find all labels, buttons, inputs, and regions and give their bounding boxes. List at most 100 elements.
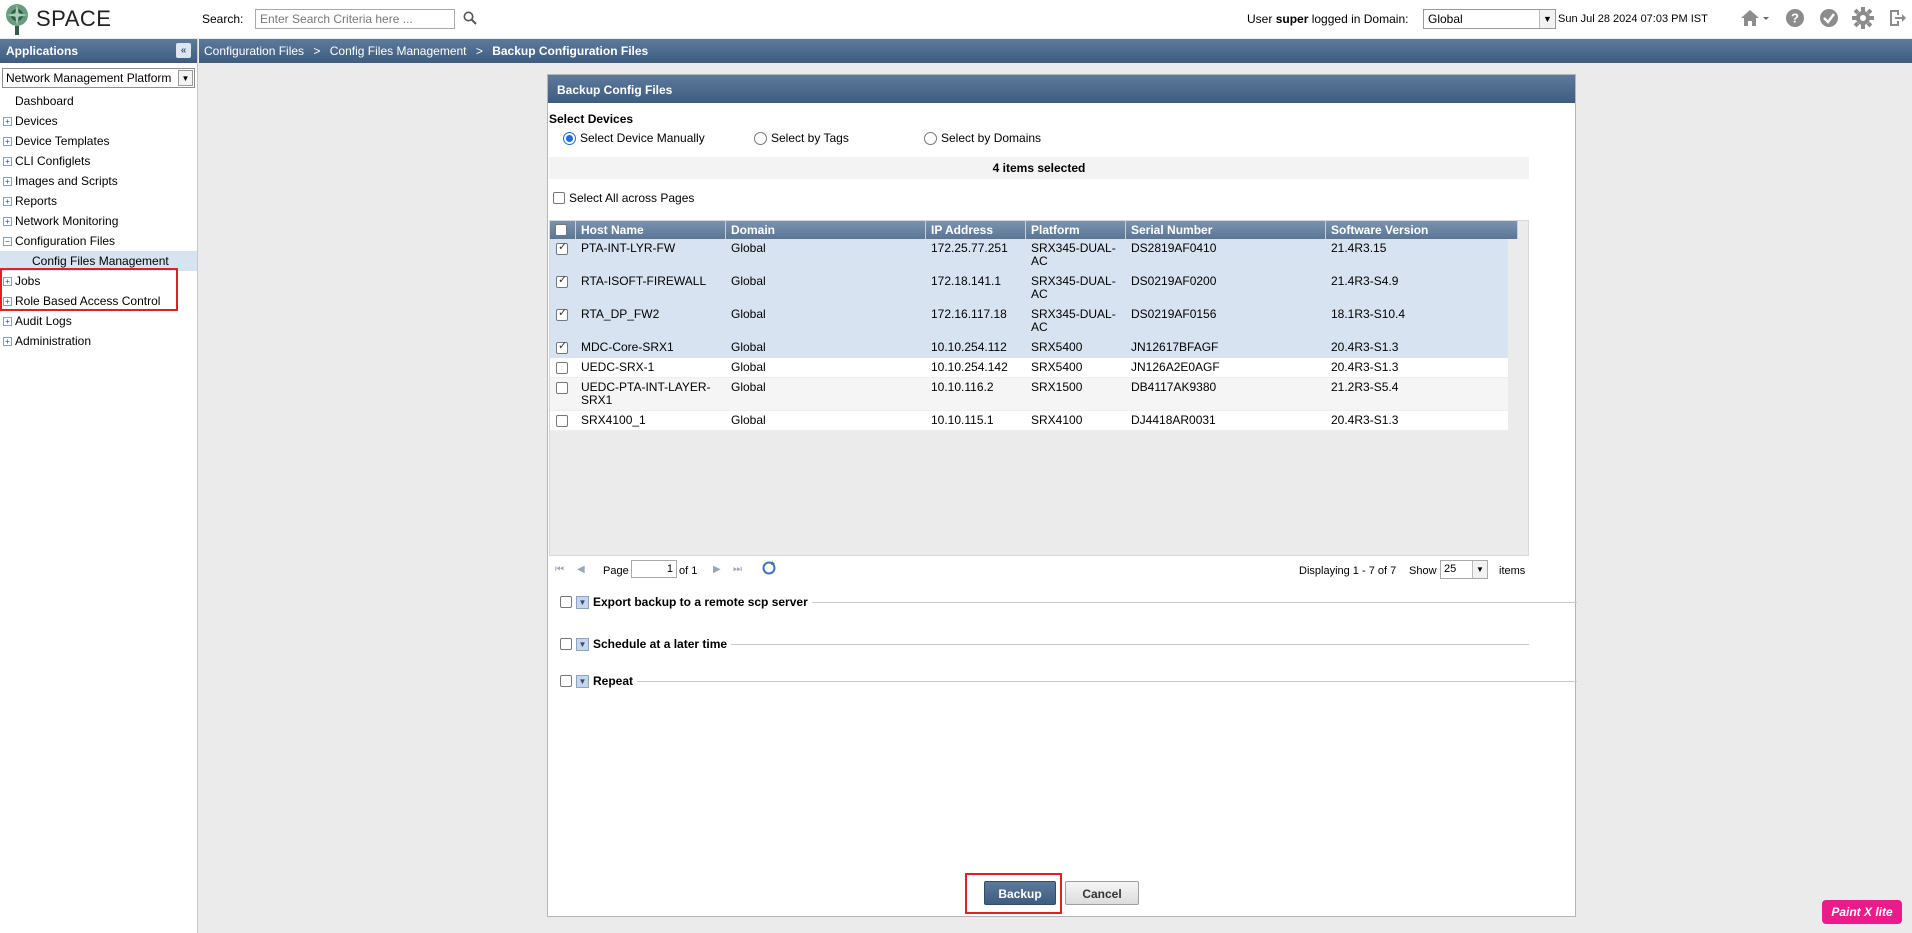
space-logo-icon [6, 4, 28, 35]
collapse-icon[interactable]: − [3, 237, 12, 246]
cell-platform: SRX5400 [1031, 360, 1083, 374]
expand-icon[interactable]: + [3, 177, 12, 186]
nav-item-dashboard[interactable]: Dashboard [0, 91, 197, 111]
expand-icon[interactable]: + [3, 337, 12, 346]
chevron-down-icon[interactable]: ▼ [178, 70, 193, 86]
column-header-ip-address[interactable]: IP Address [926, 221, 1026, 239]
cell-ip-address: 10.10.116.2 [931, 380, 994, 394]
header-checkbox-cell[interactable] [550, 221, 576, 239]
search-icon[interactable] [463, 11, 477, 28]
expand-section-icon[interactable]: ▼ [576, 674, 589, 688]
header-select-checkbox[interactable] [555, 224, 567, 236]
cell-platform: SRX345-DUAL-AC [1031, 241, 1116, 268]
chevron-down-icon[interactable]: ▼ [1472, 561, 1487, 578]
row-checkbox[interactable] [556, 241, 568, 255]
gear-icon[interactable] [1852, 7, 1874, 29]
expand-icon[interactable]: + [3, 217, 12, 226]
section-schedule-later[interactable]: ▼ Schedule at a later time [552, 637, 732, 651]
row-checkbox[interactable] [556, 382, 568, 394]
expand-icon[interactable]: + [3, 317, 12, 326]
section-title: Schedule at a later time [593, 637, 728, 651]
radio-select-by-tags[interactable]: Select by Tags [754, 131, 849, 145]
tasks-check-icon[interactable] [1818, 7, 1840, 29]
refresh-icon[interactable] [761, 560, 777, 579]
nav-item-cli-configlets[interactable]: + CLI Configlets [0, 151, 197, 171]
nav-item-device-templates[interactable]: + Device Templates [0, 131, 197, 151]
nav-item-audit-logs[interactable]: + Audit Logs [0, 311, 197, 331]
application-select[interactable]: Network Management Platform ▼ [2, 68, 195, 88]
table-row[interactable]: PTA-INT-LYR-FW Global 172.25.77.251 SRX3… [550, 239, 1508, 272]
radio-button-checked[interactable] [563, 131, 576, 145]
radio-button[interactable] [924, 131, 937, 145]
domain-value: Global [1428, 12, 1463, 26]
expand-icon[interactable]: + [3, 157, 12, 166]
nav-item-administration[interactable]: + Administration [0, 331, 197, 351]
first-page-icon[interactable]: ⏮ [555, 564, 564, 575]
expand-section-icon[interactable]: ▼ [576, 595, 589, 609]
section-export-backup[interactable]: ▼ Export backup to a remote scp server [552, 595, 812, 609]
nav-item-devices[interactable]: + Devices [0, 111, 197, 131]
row-checkbox[interactable] [556, 274, 568, 288]
breadcrumb-config-files-management[interactable]: Config Files Management [330, 44, 467, 58]
nav-item-configuration-files[interactable]: − Configuration Files [0, 231, 197, 251]
column-header-host-name[interactable]: Host Name [576, 221, 726, 239]
home-icon[interactable] [1738, 7, 1772, 29]
next-page-icon[interactable]: ▶ [713, 564, 721, 575]
table-row[interactable]: UEDC-SRX-1 Global 10.10.254.142 SRX5400 … [550, 358, 1508, 378]
table-row[interactable]: MDC-Core-SRX1 Global 10.10.254.112 SRX54… [550, 338, 1508, 358]
table-row[interactable]: RTA-ISOFT-FIREWALL Global 172.18.141.1 S… [550, 272, 1508, 305]
row-checkbox[interactable] [556, 362, 568, 374]
nav-item-reports[interactable]: + Reports [0, 191, 197, 211]
domain-select[interactable]: Global ▼ [1423, 9, 1556, 29]
expand-icon[interactable]: + [3, 137, 12, 146]
expand-icon[interactable]: + [3, 197, 12, 206]
breadcrumb-configuration-files[interactable]: Configuration Files [204, 44, 304, 58]
schedule-later-checkbox[interactable] [560, 638, 572, 650]
logout-icon[interactable] [1886, 7, 1908, 29]
table-row[interactable]: SRX4100_1 Global 10.10.115.1 SRX4100 DJ4… [550, 411, 1508, 431]
expand-icon[interactable]: + [3, 117, 12, 126]
nav-item-config-files-management[interactable]: Config Files Management [0, 251, 197, 271]
radio-select-manually[interactable]: Select Device Manually [563, 131, 705, 145]
expand-section-icon[interactable]: ▼ [576, 637, 589, 651]
table-row[interactable]: UEDC-PTA-INT-LAYER-SRX1 Global 10.10.116… [550, 378, 1508, 411]
cell-domain: Global [731, 360, 766, 374]
grid-pager: ⏮ ◀ Page of 1 ▶ ⏭ Displaying 1 - 7 of 7 … [549, 556, 1529, 584]
previous-page-icon[interactable]: ◀ [577, 564, 585, 575]
table-row[interactable]: RTA_DP_FW2 Global 172.16.117.18 SRX345-D… [550, 305, 1508, 338]
last-page-icon[interactable]: ⏭ [733, 564, 742, 575]
cancel-button[interactable]: Cancel [1065, 881, 1139, 905]
nav-item-jobs[interactable]: + Jobs [0, 271, 197, 291]
page-number-input[interactable] [631, 560, 677, 578]
radio-select-by-domains[interactable]: Select by Domains [924, 131, 1041, 145]
nav-item-role-based-access-control[interactable]: + Role Based Access Control [0, 291, 197, 311]
select-all-across-pages[interactable]: Select All across Pages [553, 191, 694, 205]
expand-icon[interactable]: + [3, 277, 12, 286]
chevron-down-icon[interactable]: ▼ [1539, 10, 1555, 28]
collapse-panel-icon[interactable]: « [176, 43, 191, 58]
export-backup-checkbox[interactable] [560, 596, 572, 608]
cell-domain: Global [731, 413, 766, 427]
radio-button[interactable] [754, 131, 767, 145]
search-input[interactable] [255, 9, 455, 29]
select-all-checkbox[interactable] [553, 192, 565, 204]
column-header-platform[interactable]: Platform [1026, 221, 1126, 239]
device-grid: Host Name Domain IP Address Platform Ser… [549, 220, 1529, 556]
help-icon[interactable]: ? [1784, 7, 1806, 29]
space-logo[interactable]: SPACE [2, 2, 111, 36]
nav-item-network-monitoring[interactable]: + Network Monitoring [0, 211, 197, 231]
section-repeat[interactable]: ▼ Repeat [552, 674, 638, 688]
expand-icon[interactable]: + [3, 297, 12, 306]
cell-software-version: 20.4R3-S1.3 [1331, 413, 1399, 427]
column-header-serial-number[interactable]: Serial Number [1126, 221, 1326, 239]
column-header-domain[interactable]: Domain [726, 221, 926, 239]
nav-label: Devices [15, 114, 58, 128]
page-size-select[interactable]: 25 ▼ [1440, 560, 1488, 579]
row-checkbox[interactable] [556, 340, 568, 354]
column-header-software-version[interactable]: Software Version [1326, 221, 1518, 239]
row-checkbox[interactable] [556, 307, 568, 321]
row-checkbox[interactable] [556, 415, 568, 427]
nav-item-images-and-scripts[interactable]: + Images and Scripts [0, 171, 197, 191]
cell-software-version: 21.2R3-S5.4 [1331, 380, 1399, 394]
repeat-checkbox[interactable] [560, 675, 572, 687]
